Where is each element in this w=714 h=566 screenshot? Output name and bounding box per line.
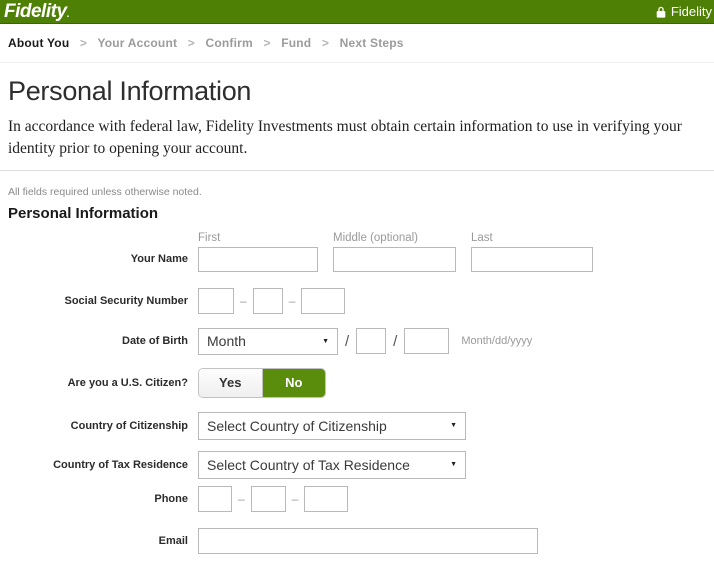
- citizen-toggle: Yes No: [198, 368, 326, 398]
- citizen-row: Are you a U.S. Citizen? Yes No: [8, 368, 706, 398]
- breadcrumb-confirm[interactable]: Confirm: [205, 36, 252, 50]
- section-divider: [0, 170, 714, 171]
- citizen-yes-button[interactable]: Yes: [199, 369, 263, 397]
- ssn-row: Social Security Number – –: [8, 288, 706, 314]
- tax-residence-select-value: Select Country of Tax Residence: [207, 457, 410, 473]
- session-label: Fidelity: [671, 4, 712, 19]
- dob-format-hint: Month/dd/yyyy: [461, 335, 532, 347]
- phone-line-input[interactable]: [304, 486, 348, 512]
- citizenship-select-value: Select Country of Citizenship: [207, 418, 387, 434]
- dropdown-caret-icon: ▼: [450, 422, 457, 429]
- section-title: Personal Information: [8, 205, 706, 222]
- intro-text: In accordance with federal law, Fidelity…: [8, 116, 706, 161]
- dob-day-input[interactable]: [356, 328, 386, 354]
- phone-label: Phone: [8, 493, 198, 505]
- breadcrumb: About You > Your Account > Confirm > Fun…: [0, 24, 714, 63]
- ssn-serial-input[interactable]: [301, 288, 345, 314]
- citizenship-row: Country of Citizenship Select Country of…: [8, 412, 706, 440]
- dob-year-input[interactable]: [404, 328, 449, 354]
- middle-name-input[interactable]: [333, 247, 456, 272]
- email-label: Email: [8, 535, 198, 547]
- breadcrumb-separator-icon: >: [188, 36, 195, 50]
- breadcrumb-separator-icon: >: [263, 36, 270, 50]
- phone-dash-separator: –: [292, 492, 299, 506]
- dob-label: Date of Birth: [8, 335, 198, 347]
- first-name-column-label: First: [198, 232, 333, 244]
- phone-dash-separator: –: [238, 492, 245, 506]
- breadcrumb-about-you[interactable]: About You: [8, 36, 69, 50]
- ssn-group-input[interactable]: [253, 288, 283, 314]
- citizen-label: Are you a U.S. Citizen?: [8, 377, 198, 389]
- ssn-dash-separator: –: [240, 294, 247, 308]
- middle-name-column-label: Middle (optional): [333, 232, 471, 244]
- email-row: Email: [8, 528, 706, 554]
- breadcrumb-next-steps[interactable]: Next Steps: [340, 36, 404, 50]
- dob-slash-separator: /: [393, 333, 397, 350]
- name-row: Your Name: [8, 247, 706, 272]
- tax-residence-select[interactable]: Select Country of Tax Residence ▼: [198, 451, 466, 479]
- tax-residence-label: Country of Tax Residence: [8, 459, 198, 471]
- citizenship-label: Country of Citizenship: [8, 420, 198, 432]
- phone-row: Phone – –: [8, 486, 706, 512]
- dob-month-select[interactable]: Month ▼: [198, 328, 338, 355]
- last-name-column-label: Last: [471, 232, 593, 244]
- required-fields-note: All fields required unless otherwise not…: [8, 186, 706, 198]
- citizen-no-button[interactable]: No: [263, 369, 326, 397]
- dob-slash-separator: /: [345, 333, 349, 350]
- fidelity-logo-mark: .: [67, 9, 69, 20]
- citizenship-select[interactable]: Select Country of Citizenship ▼: [198, 412, 466, 440]
- your-name-label: Your Name: [8, 253, 198, 265]
- dob-row: Date of Birth Month ▼ / / Month/dd/yyyy: [8, 328, 706, 355]
- breadcrumb-fund[interactable]: Fund: [281, 36, 311, 50]
- name-column-headers: First Middle (optional) Last: [8, 232, 706, 244]
- ssn-label: Social Security Number: [8, 295, 198, 307]
- breadcrumb-separator-icon: >: [80, 36, 87, 50]
- top-header: Fidelity. Fidelity: [0, 0, 714, 24]
- email-input[interactable]: [198, 528, 538, 554]
- ssn-area-input[interactable]: [198, 288, 234, 314]
- tax-residence-row: Country of Tax Residence Select Country …: [8, 451, 706, 479]
- phone-prefix-input[interactable]: [251, 486, 286, 512]
- ssn-dash-separator: –: [289, 294, 296, 308]
- page-title: Personal Information: [8, 76, 706, 107]
- fidelity-logo-text: Fidelity: [4, 1, 67, 22]
- phone-area-input[interactable]: [198, 486, 232, 512]
- dropdown-caret-icon: ▼: [322, 338, 329, 345]
- first-name-input[interactable]: [198, 247, 318, 272]
- breadcrumb-your-account[interactable]: Your Account: [97, 36, 177, 50]
- session-indicator[interactable]: Fidelity: [656, 4, 712, 19]
- fidelity-logo[interactable]: Fidelity.: [4, 1, 69, 23]
- dob-month-value: Month: [207, 333, 246, 349]
- breadcrumb-separator-icon: >: [322, 36, 329, 50]
- dropdown-caret-icon: ▼: [450, 461, 457, 468]
- last-name-input[interactable]: [471, 247, 593, 272]
- main-content: Personal Information In accordance with …: [0, 76, 714, 554]
- lock-icon: [656, 6, 666, 18]
